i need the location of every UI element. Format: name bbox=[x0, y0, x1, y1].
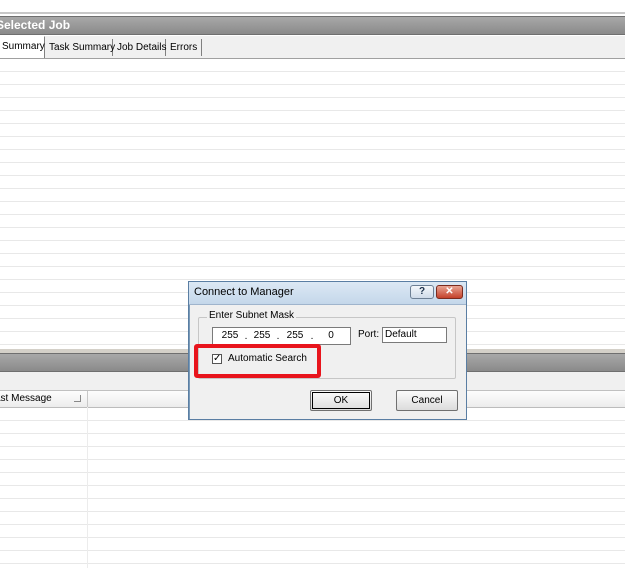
column-resize-icon bbox=[74, 395, 81, 402]
dialog-title: Connect to Manager bbox=[194, 286, 294, 298]
subnet-mask-group-label: Enter Subnet Mask bbox=[207, 310, 297, 321]
cancel-button[interactable]: Cancel bbox=[396, 390, 458, 411]
tab-job-details[interactable]: Job Details bbox=[114, 39, 166, 56]
subnet-dot: . bbox=[276, 331, 280, 342]
subnet-octet-2[interactable]: 255 bbox=[251, 329, 273, 343]
dialog-titlebar[interactable]: Connect to Manager ? ✕ bbox=[189, 282, 466, 305]
subnet-octet-1[interactable]: 255 bbox=[219, 329, 241, 343]
close-button[interactable]: ✕ bbox=[436, 285, 463, 299]
highlight-annotation-box bbox=[194, 344, 321, 378]
column-last-message[interactable]: ast Message bbox=[0, 391, 88, 407]
ok-button[interactable]: OK bbox=[310, 390, 372, 411]
subnet-mask-input[interactable]: 255 . 255 . 255 . 0 bbox=[212, 327, 351, 345]
selected-job-title: Selected Job bbox=[0, 18, 71, 32]
job-tabs: Summary Task Summary Job Details Errors bbox=[0, 36, 625, 59]
tab-errors-label: Errors bbox=[170, 42, 198, 53]
selected-job-header: Selected Job bbox=[0, 16, 625, 35]
tab-task-summary-label: Task Summary bbox=[49, 42, 116, 53]
port-input[interactable]: Default bbox=[382, 327, 447, 343]
tab-summary[interactable]: Summary bbox=[0, 36, 45, 58]
tab-errors[interactable]: Errors bbox=[167, 39, 202, 56]
tab-summary-label: Summary bbox=[2, 41, 45, 52]
column-last-message-label: ast Message bbox=[0, 393, 52, 404]
port-label: Port: bbox=[358, 329, 380, 340]
subnet-dot: . bbox=[244, 331, 248, 342]
close-icon: ✕ bbox=[445, 286, 454, 297]
subnet-dot: . bbox=[310, 331, 314, 342]
tab-task-summary[interactable]: Task Summary bbox=[46, 39, 116, 56]
subnet-octet-4[interactable]: 0 bbox=[320, 329, 342, 343]
column-divider bbox=[87, 407, 88, 568]
help-icon: ? bbox=[418, 286, 426, 297]
tab-job-details-label: Job Details bbox=[117, 42, 167, 53]
message-grid bbox=[0, 408, 625, 568]
help-button[interactable]: ? bbox=[410, 285, 434, 299]
subnet-octet-3[interactable]: 255 bbox=[284, 329, 306, 343]
top-divider bbox=[0, 12, 625, 14]
